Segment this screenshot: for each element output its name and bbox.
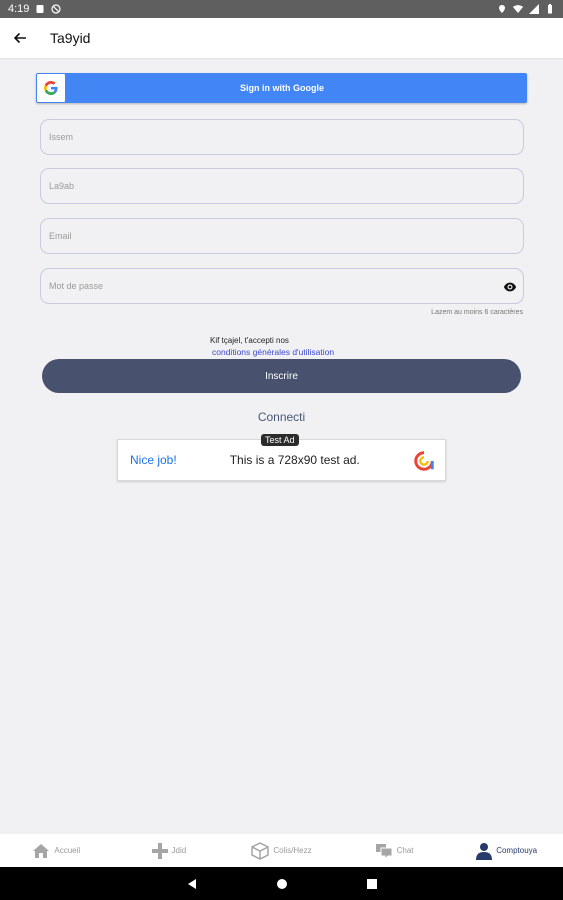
ad-badge: Test Ad (261, 434, 299, 446)
back-button[interactable] (0, 18, 40, 58)
wifi-icon (513, 5, 523, 13)
nav-packages[interactable]: Colis/Hezz (225, 834, 338, 867)
ad-banner[interactable]: Test Ad Nice job! This is a 728x90 test … (117, 434, 446, 481)
arrow-left-icon (13, 32, 26, 44)
app-bar: Ta9yid (0, 18, 563, 58)
email-field[interactable] (40, 218, 524, 254)
system-navigation-bar (0, 867, 563, 900)
terms-link[interactable]: conditions générales d'utilisation (212, 347, 334, 357)
password-input[interactable] (49, 281, 523, 291)
signal-icon (529, 4, 539, 14)
battery-icon (548, 4, 552, 14)
system-home-button[interactable] (275, 877, 289, 891)
ad-text: This is a 728x90 test ad. (229, 453, 360, 467)
first-name-input[interactable] (49, 132, 523, 142)
nav-account-label: Comptouya (496, 846, 538, 855)
register-button[interactable]: Inscrire (42, 359, 521, 393)
email-input[interactable] (49, 231, 523, 241)
eye-icon[interactable] (503, 280, 517, 294)
nav-home-label: Accueil (54, 846, 81, 855)
ad-headline: Nice job! (130, 453, 177, 467)
password-hint: Lazem au moins 6 caractères (431, 309, 523, 316)
status-bar: 4:19 (0, 0, 563, 18)
nav-home[interactable]: Accueil (0, 834, 113, 867)
sd-card-icon (36, 5, 44, 13)
nav-new-label: Jdid (171, 846, 187, 855)
nav-chat[interactable]: Chat (338, 834, 451, 867)
nav-packages-label: Colis/Hezz (273, 846, 312, 855)
login-link[interactable]: Connecti (0, 410, 563, 424)
triangle-back-icon (187, 878, 196, 889)
plus-icon (151, 842, 168, 859)
terms-text: Kif tçajel, t'accepti nos (210, 336, 289, 345)
location-icon (499, 5, 505, 13)
circle-home-icon (276, 878, 287, 889)
page-title: Ta9yid (50, 30, 91, 46)
nav-new[interactable]: Jdid (113, 834, 226, 867)
person-icon (476, 842, 493, 860)
google-logo-box (37, 74, 65, 102)
no-sim-icon (51, 4, 62, 14)
google-g-icon (44, 81, 58, 95)
bottom-navigation: Accueil Jdid Colis/Hezz Chat Comptouya (0, 834, 563, 867)
nav-account[interactable]: Comptouya (450, 834, 563, 867)
square-recents-icon (366, 878, 377, 889)
system-recents-button[interactable] (365, 877, 379, 891)
admob-logo-icon (414, 451, 434, 471)
nav-chat-label: Chat (396, 846, 414, 855)
password-field[interactable] (40, 268, 524, 304)
last-name-input[interactable] (49, 181, 523, 191)
chat-icon (375, 843, 393, 859)
status-time: 4:19 (8, 3, 30, 15)
google-signin-button[interactable]: Sign in with Google (36, 73, 527, 103)
google-signin-label: Sign in with Google (240, 83, 324, 93)
home-icon (33, 843, 50, 858)
last-name-field[interactable] (40, 168, 524, 204)
package-icon (251, 841, 270, 860)
first-name-field[interactable] (40, 119, 524, 155)
system-back-button[interactable] (185, 877, 199, 891)
